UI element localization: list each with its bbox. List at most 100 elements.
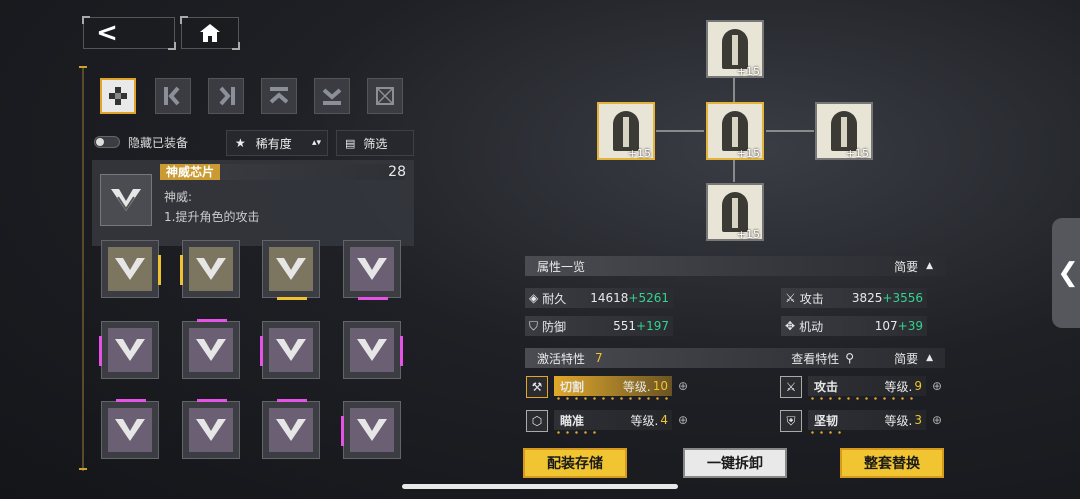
shenwei-chip-icon xyxy=(276,419,306,441)
zoom-icon[interactable]: ⊕ xyxy=(678,379,688,393)
rarity-bar xyxy=(260,336,263,366)
traits-summary[interactable]: 简要 xyxy=(894,350,918,367)
chip-item[interactable] xyxy=(101,240,161,298)
trait-level-label: 等级. xyxy=(884,379,913,394)
chip-item[interactable] xyxy=(262,240,320,300)
sort-toggle-icon: ▴▾ xyxy=(311,138,321,148)
cut-trait-icon: ⚒ xyxy=(526,376,548,398)
chip-item[interactable] xyxy=(343,240,401,300)
tab-slot-left[interactable] xyxy=(155,78,191,114)
tower-chip-icon xyxy=(722,111,748,151)
rarity-bar xyxy=(277,297,307,300)
zoom-icon[interactable]: ⊕ xyxy=(932,413,942,427)
back-button[interactable]: < xyxy=(82,16,176,50)
replace-set-button[interactable]: 整套替换 xyxy=(840,448,944,478)
trait-name: 坚韧 xyxy=(814,413,839,428)
chip-item[interactable] xyxy=(180,240,240,298)
tab-slot-top[interactable] xyxy=(261,78,297,114)
tab-slot-center[interactable] xyxy=(367,78,403,114)
stat-base: 551 xyxy=(613,319,637,333)
attributes-header[interactable]: 属性一览 简要 ▲ xyxy=(525,256,945,276)
slot-level: +15 xyxy=(845,147,869,160)
side-expand-tab[interactable]: ❮ xyxy=(1052,218,1080,328)
trait-progress xyxy=(554,397,672,400)
aim-trait-icon: ⬡ xyxy=(526,410,548,432)
attributes-title: 属性一览 xyxy=(537,259,586,274)
rarity-bar xyxy=(277,399,307,402)
trait-level: 9 xyxy=(914,379,922,393)
attack-trait-icon: ⚔ xyxy=(780,376,802,398)
home-button[interactable] xyxy=(180,16,240,50)
tab-slot-right[interactable] xyxy=(208,78,244,114)
hide-equipped-toggle[interactable]: 隐藏已装备 xyxy=(94,129,188,155)
tower-chip-icon xyxy=(722,192,748,232)
slot-bottom-icon xyxy=(322,88,342,105)
trait-level-label: 等级. xyxy=(630,413,659,428)
view-traits-button[interactable]: 查看特性 ⚲ xyxy=(791,350,854,367)
toggle-switch[interactable] xyxy=(94,136,120,148)
trait-level: 3 xyxy=(914,413,922,427)
rarity-bar xyxy=(400,336,403,366)
mobility-icon: ✥ xyxy=(785,319,796,333)
rarity-bar xyxy=(116,399,146,402)
trait-level-label: 等级. xyxy=(622,379,651,394)
save-loadout-button[interactable]: 配装存储 xyxy=(523,448,627,478)
shenwei-chip-icon xyxy=(111,189,141,211)
slot-right[interactable]: +15 xyxy=(815,102,873,160)
rail-tick-top xyxy=(79,66,87,68)
trait-progress xyxy=(808,397,914,400)
connector-bottom xyxy=(733,160,735,182)
sort-dropdown[interactable]: ★ 稀有度 ▴▾ xyxy=(226,130,328,156)
home-indicator[interactable] xyxy=(402,484,678,489)
stat-base: 3825 xyxy=(851,291,883,305)
trait-tough: 坚韧 等级. 3 xyxy=(808,410,926,430)
chip-item[interactable] xyxy=(262,399,320,459)
filter-button[interactable]: ▤ 筛选 xyxy=(336,130,414,156)
magnifier-icon: ⚲ xyxy=(845,351,855,365)
chip-item[interactable] xyxy=(260,321,320,379)
stat-bonus: +39 xyxy=(897,319,923,333)
stat-label: 防御 xyxy=(542,319,567,334)
filter-icon: ▤ xyxy=(345,136,356,150)
shenwei-chip-icon xyxy=(196,419,226,441)
shenwei-chip-icon xyxy=(276,258,306,280)
attack-icon: ⚔ xyxy=(785,291,796,305)
unequip-all-button[interactable]: 一键拆卸 xyxy=(683,448,787,478)
defense-icon: ⛉ xyxy=(529,318,539,333)
chip-item[interactable] xyxy=(341,401,401,459)
tab-slot-bottom[interactable] xyxy=(314,78,350,114)
sort-label: 稀有度 xyxy=(255,136,292,151)
chip-item[interactable] xyxy=(101,399,159,459)
zoom-icon[interactable]: ⊕ xyxy=(932,379,942,393)
slot-center[interactable]: +15 xyxy=(706,102,764,160)
shenwei-chip-icon xyxy=(357,419,387,441)
slot-bottom[interactable]: +15 xyxy=(706,183,764,241)
attributes-summary: 简要 xyxy=(894,259,919,274)
slot-top[interactable]: +15 xyxy=(706,20,764,78)
shenwei-chip-icon xyxy=(115,258,145,280)
traits-header: 激活特性 7 查看特性 ⚲ 简要 ▲ xyxy=(525,348,945,368)
collapse-icon: ▲ xyxy=(926,353,933,363)
tab-all-chips[interactable] xyxy=(100,78,136,114)
detail-name: 神威芯片 xyxy=(160,164,221,180)
slot-top-icon xyxy=(269,87,289,104)
chip-item[interactable] xyxy=(182,399,240,459)
tower-chip-icon xyxy=(613,111,639,151)
stat-label: 攻击 xyxy=(799,291,824,306)
zoom-icon[interactable]: ⊕ xyxy=(678,413,688,427)
trait-aim: 瞄准 等级. 4 xyxy=(554,410,672,430)
slot-level: +15 xyxy=(736,65,760,78)
view-traits-label: 查看特性 xyxy=(791,351,840,366)
chip-item[interactable] xyxy=(99,321,159,379)
slot-center-icon xyxy=(376,87,394,105)
stat-bonus: +3556 xyxy=(882,291,923,305)
rarity-bar xyxy=(158,255,161,285)
left-rail xyxy=(82,66,84,471)
chip-item[interactable] xyxy=(343,321,403,379)
stat-bonus: +5261 xyxy=(628,291,669,305)
slot-left[interactable]: +15 xyxy=(597,102,655,160)
stat-base: 14618 xyxy=(590,291,629,305)
stat-label: 耐久 xyxy=(542,291,567,306)
shenwei-chip-icon xyxy=(196,339,226,361)
chip-item[interactable] xyxy=(182,319,240,379)
